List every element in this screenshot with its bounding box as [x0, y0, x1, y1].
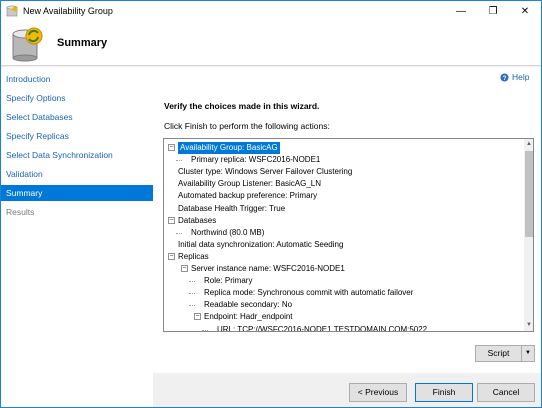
- window-title: New Availability Group: [23, 6, 113, 16]
- page-header: Summary: [1, 22, 541, 66]
- tree-item-label: Northwind (80.0 MB): [191, 227, 265, 237]
- tree-item[interactable]: Replica mode: Synchronous commit with au…: [204, 287, 413, 299]
- tree-item-label: Primary replica: WSFC2016-NODE1: [191, 155, 321, 165]
- tree-item-label: Automated backup preference: Primary: [178, 191, 318, 201]
- tree-connector: [176, 232, 182, 234]
- tree-item[interactable]: Replicas: [178, 251, 209, 263]
- tree-item[interactable]: Cluster type: Windows Server Failover Cl…: [178, 166, 352, 178]
- tree-item[interactable]: Readable secondary: No: [204, 299, 292, 311]
- tree-item[interactable]: Role: Primary: [204, 275, 252, 287]
- nav-item-summary[interactable]: Summary: [1, 185, 153, 201]
- help-icon: ?: [500, 72, 509, 81]
- summary-heading: Verify the choices made in this wizard.: [164, 101, 320, 111]
- maximize-button[interactable]: ❐: [477, 1, 509, 22]
- wizard-window: New Availability Group — ❐ ✕ Summary Int…: [0, 0, 542, 408]
- tree-item-label: Endpoint: Hadr_endpoint: [204, 312, 293, 322]
- close-button[interactable]: ✕: [509, 1, 541, 22]
- tree-item[interactable]: Endpoint: Hadr_endpoint: [204, 311, 293, 323]
- cancel-button[interactable]: Cancel: [477, 383, 535, 402]
- tree-item-label: Availability Group Listener: BasicAG_LN: [178, 179, 322, 189]
- nav-item-select-databases[interactable]: Select Databases: [1, 109, 153, 125]
- help-label[interactable]: Help: [512, 72, 529, 82]
- tree-item[interactable]: URL: TCP://WSFC2016-NODE1.TESTDOMAIN.COM…: [217, 324, 428, 332]
- tree-item-label: Server instance name: WSFC2016-NODE1: [191, 264, 345, 273]
- tree-item-label: Initial data synchronization: Automatic …: [178, 239, 344, 249]
- tree-item-label: Role: Primary: [204, 276, 253, 286]
- nav-item-validation[interactable]: Validation: [1, 166, 153, 182]
- tree-expander-icon[interactable]: −: [194, 313, 201, 321]
- minimize-button[interactable]: —: [445, 1, 477, 22]
- tree-item-label: Availability Group: BasicAG: [178, 142, 280, 154]
- tree-item[interactable]: Automated backup preference: Primary: [178, 190, 317, 202]
- tree-item-label: Replicas: [178, 251, 209, 261]
- svg-text:?: ?: [503, 74, 507, 81]
- tree-item[interactable]: Database Health Trigger: True: [178, 203, 285, 215]
- tree-item-label: Databases: [178, 215, 217, 225]
- tree-expander-icon[interactable]: −: [168, 144, 175, 151]
- tree-connector: [176, 160, 182, 162]
- app-icon: [6, 5, 18, 17]
- tree-item-label: Cluster type: Windows Server Failover Cl…: [178, 167, 353, 177]
- content-panel: ? Help Verify the choices made in this w…: [153, 67, 541, 373]
- summary-tree[interactable]: − Availability Group: BasicAG Primary repl…: [163, 138, 534, 332]
- nav-item-introduction[interactable]: Introduction: [1, 71, 153, 87]
- tree-item[interactable]: Primary replica: WSFC2016-NODE1: [191, 154, 320, 166]
- finish-button[interactable]: Finish: [415, 383, 473, 402]
- tree-connector: [189, 293, 195, 295]
- tree-item[interactable]: Availability Group Listener: BasicAG_LN: [178, 178, 321, 190]
- tree-expander-icon[interactable]: −: [168, 216, 175, 224]
- nav-item-results: Results: [6, 207, 35, 217]
- wizard-nav: Introduction Specify Options Select Data…: [1, 67, 153, 407]
- tree-expander-icon[interactable]: −: [168, 252, 175, 260]
- tree-item[interactable]: Server instance name: WSFC2016-NODE1: [191, 263, 345, 275]
- nav-item-select-data-sync[interactable]: Select Data Synchronization: [1, 147, 153, 163]
- scroll-down-icon[interactable]: ▼: [524, 320, 533, 331]
- tree-item[interactable]: Databases: [178, 215, 216, 227]
- tree-item[interactable]: Availability Group: BasicAG: [178, 142, 280, 154]
- nav-item-specify-replicas[interactable]: Specify Replicas: [1, 128, 153, 144]
- help-link[interactable]: ? Help: [500, 72, 529, 82]
- tree-item-label: URL: TCP://WSFC2016-NODE1.TESTDOMAIN.COM…: [217, 324, 428, 332]
- script-label[interactable]: Script: [476, 346, 522, 361]
- chevron-down-icon[interactable]: ▼: [522, 346, 534, 361]
- tree-connector: [202, 329, 208, 331]
- summary-instruction: Click Finish to perform the following ac…: [164, 121, 330, 131]
- tree-item-label: Replica mode: Synchronous commit with au…: [204, 288, 414, 298]
- tree-expander-icon[interactable]: −: [181, 265, 188, 272]
- nav-item-specify-options[interactable]: Specify Options: [1, 90, 153, 106]
- vertical-scrollbar[interactable]: ▲ ▼: [524, 139, 533, 331]
- tree-item[interactable]: Northwind (80.0 MB): [191, 227, 264, 239]
- scroll-thumb[interactable]: [525, 151, 533, 237]
- title-bar: New Availability Group — ❐ ✕: [1, 1, 541, 22]
- tree-item-label: Database Health Trigger: True: [178, 203, 286, 213]
- tree-connector: [189, 281, 195, 283]
- scroll-up-icon[interactable]: ▲: [524, 139, 533, 150]
- tree-item[interactable]: Initial data synchronization: Automatic …: [178, 239, 343, 251]
- database-icon: [12, 27, 43, 62]
- tree-connector: [189, 305, 195, 307]
- previous-button[interactable]: < Previous: [349, 383, 407, 402]
- page-title: Summary: [57, 37, 108, 49]
- tree-item-label: Readable secondary: No: [204, 300, 293, 310]
- script-button[interactable]: Script ▼: [475, 345, 535, 362]
